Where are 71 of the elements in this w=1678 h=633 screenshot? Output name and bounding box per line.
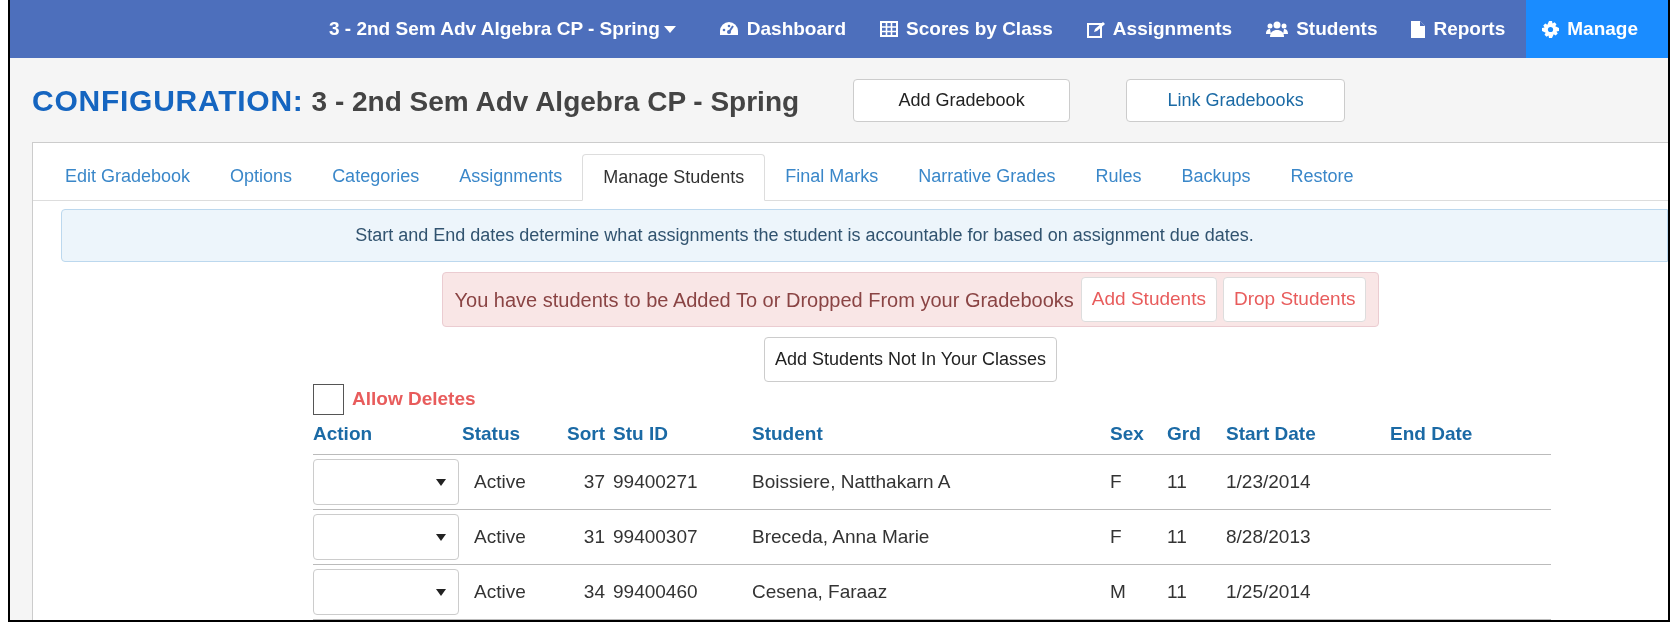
column-header: Sort [566,422,606,447]
tab[interactable]: Rules [1075,153,1162,200]
table-cell-text: 99400271 [613,469,699,494]
column-header: Student [752,422,824,447]
table-cell-text: Active [473,469,527,494]
file-icon [1411,20,1426,38]
tab[interactable]: Categories [312,153,440,200]
tab[interactable]: Assignments [439,153,583,200]
column-header: Stu ID [613,422,669,447]
allow-deletes-checkbox[interactable] [313,384,344,415]
dashboard-icon [718,21,739,37]
table-cell-text: Active [473,524,527,549]
table-cell-text: Breceda, Anna Marie [752,524,931,549]
caret-icon [436,533,446,541]
table-cell-text: 1/25/2014 [1226,579,1312,604]
table-cell-text: Active [473,579,527,604]
table-cell-text: 34 [582,579,606,604]
tab[interactable]: Options [210,153,313,200]
column-header: Grd [1167,422,1202,447]
table-cell-text: 37 [582,469,606,494]
table-cell-text: F [1110,469,1123,494]
nav-item[interactable]: Reports [1395,0,1522,58]
nav-item[interactable]: Assignments [1070,0,1249,58]
configuration-label: CONFIGURATION: [32,82,304,119]
table-cell-text: M [1110,579,1127,604]
column-header: Sex [1110,422,1145,447]
table-cell-text: 11 [1167,469,1188,494]
caret-icon [436,478,446,486]
caret-icon [436,588,446,596]
tab[interactable]: Final Marks [765,153,899,200]
table-cell-text: 8/28/2013 [1226,524,1312,549]
allow-deletes-label: Allow Deletes [352,387,476,412]
action-dropdown[interactable] [313,569,459,615]
tab[interactable]: Edit Gradebook [45,153,211,200]
table-cell-text: Cesena, Faraaz [752,579,889,604]
table-cell-text: 99400307 [613,524,699,549]
users-icon [1266,20,1289,38]
tab[interactable]: Narrative Grades [898,153,1076,200]
warning-text: You have students to be Added To or Dropped From your Gradebooks [454,287,1075,313]
nav-item[interactable]: Students [1250,0,1394,58]
nav-item[interactable]: Manage [1526,0,1668,58]
column-header: End Date [1390,422,1474,447]
header-button[interactable]: Add Gradebook [853,78,1071,122]
warning-button[interactable]: Drop Students [1222,277,1367,322]
nav-item[interactable]: Dashboard [702,0,863,58]
tab[interactable]: Manage Students [582,154,766,201]
table-cell-text: 11 [1167,579,1188,604]
course-title: 3 - 2nd Sem Adv Algebra CP - Spring [311,84,800,119]
table-cell-text: 99400460 [613,579,699,604]
warning-button[interactable]: Add Students [1080,277,1217,322]
edit-icon [1086,20,1105,38]
table-cell-text: 1/23/2014 [1226,469,1312,494]
column-header: Status [462,422,522,447]
course-dropdown[interactable]: 3 - 2nd Sem Adv Algebra CP - Spring [313,0,692,58]
tab[interactable]: Restore [1270,153,1374,200]
column-header: Action [313,422,374,447]
table-cell-text: 11 [1167,524,1188,549]
table-cell-text: 31 [582,524,606,549]
caret-icon [663,25,676,33]
action-dropdown[interactable] [313,459,459,505]
table-icon [880,21,899,37]
column-header: Start Date [1226,422,1317,447]
add-students-not-in-classes-button[interactable]: Add Students Not In Your Classes [763,337,1058,382]
nav-item[interactable]: Scores by Class [864,0,1069,58]
action-dropdown[interactable] [313,514,459,560]
table-cell-text: Boissiere, Natthakarn A [752,469,952,494]
info-alert: Start and End dates determine what assignments the student is accountable for based on assignment due dates. [61,209,1668,262]
table-cell-text: F [1110,524,1123,549]
tab[interactable]: Backups [1161,153,1271,200]
header-button[interactable]: Link Gradebooks [1126,78,1346,122]
settings-icon [1542,20,1560,38]
